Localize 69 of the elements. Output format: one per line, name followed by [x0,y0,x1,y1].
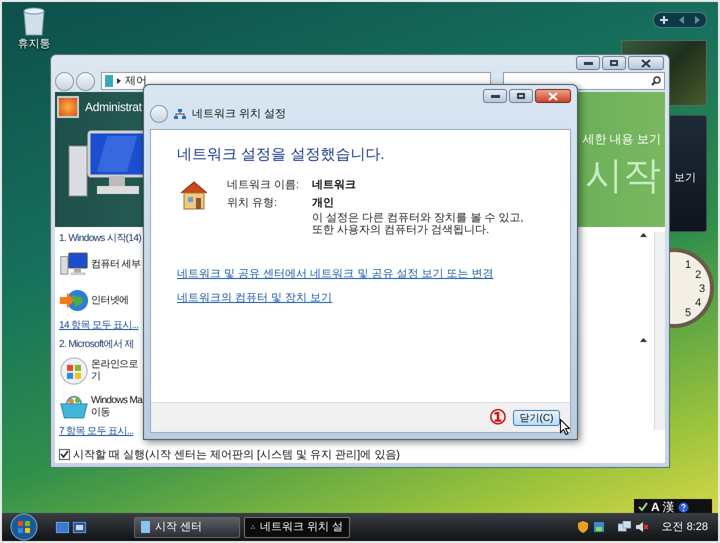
search-icon [651,76,661,86]
help-icon[interactable] [678,502,689,512]
collapse-icon [640,336,647,342]
close-dialog-button[interactable]: 닫기(C) [513,410,560,426]
field-label: 네트워크 이름: [227,178,300,192]
minimize-button[interactable] [483,89,507,103]
clock: 오전 8:28 [662,520,708,535]
globe-arrow-icon [59,287,89,314]
close-icon [548,92,558,100]
section-title: 2. Microsoft에서 제 [59,338,134,352]
breadcrumb-arrow-icon [117,78,121,84]
user-name: Administrat [85,98,142,116]
recycle-bin-icon[interactable] [21,6,47,36]
maximize-button[interactable] [509,89,533,103]
task-item[interactable]: 인터넷에 [59,282,129,318]
field-label: 위치 유형: [227,196,278,211]
forward-button[interactable] [76,72,95,90]
field-description: 이 설정은 다른 컴퓨터와 장치를 볼 수 있고, 또한 사용자의 컴퓨터가 검색됩니다. [312,212,524,236]
close-icon [641,58,651,68]
hanja-indicator[interactable]: 漢 [662,500,675,514]
task-item[interactable]: 컴퓨터 세부 [59,246,140,282]
address-text: 제어 [125,74,147,89]
field-value: 네트워크 [312,178,357,192]
section-title: 1. Windows 시작(14) [59,232,142,246]
start-button[interactable] [10,513,38,541]
speaker-muted-icon[interactable] [636,521,649,533]
close-button[interactable] [628,56,664,70]
step-number: ① [489,406,507,428]
back-button[interactable] [150,105,168,123]
desktop-icon-label: 휴지통 [18,38,50,51]
computer-icon [59,251,89,278]
document-icon [141,521,150,533]
dialog-title: 네트워크 위치 설정 [192,106,286,122]
field-value: 개인 [312,196,335,211]
left-arrow-icon[interactable] [678,16,684,24]
task-label: 온라인으로 [91,358,138,370]
taskbar-button[interactable]: 시작 센터 [134,516,240,538]
shield-icon[interactable] [578,521,588,533]
gadget-caption: 보기 [674,172,696,185]
show-desktop-icon[interactable] [56,522,69,532]
task-item[interactable]: Windows Ma 이동 [59,388,142,424]
show-all-link[interactable]: 14 항목 모두 표시... [59,318,138,332]
task-label: 기 [91,370,102,382]
back-button[interactable] [55,72,74,90]
close-button[interactable] [535,89,571,103]
link[interactable]: 네트워크의 컴퓨터 및 장치 보기 [177,290,332,306]
maximize-button[interactable] [602,56,626,70]
dialog-heading: 네트워크 설정을 설정했습니다. [177,145,386,165]
checkbox-label: 시작할 때 실행(시작 센터는 제어판의 [시스템 및 유지 관리]에 있음) [73,448,400,462]
show-all-link[interactable]: 7 항목 모두 표시... [59,424,134,438]
minimize-button[interactable] [576,56,600,70]
link[interactable]: 네트워크 및 공유 센터에서 네트워크 및 공유 설정 보기 또는 변경 [177,266,494,282]
monitors-icon[interactable] [618,521,631,533]
user-picture [57,96,79,118]
shopping-basket-icon [59,393,89,420]
task-label: 이동 [91,406,111,418]
switch-windows-icon[interactable] [73,522,86,532]
task-item[interactable]: 온라인으로 기 [59,352,138,388]
startup-checkbox[interactable] [59,449,70,460]
plus-icon[interactable] [660,16,668,24]
task-label: 컴퓨터 세부 [91,258,140,270]
taskbar-button[interactable]: 네트워크 위치 설 [244,516,350,538]
right-arrow-icon[interactable] [695,16,700,24]
network-status-icon[interactable] [592,521,605,533]
task-label: 인터넷에 [91,294,129,306]
task-label: Windows Ma [91,394,142,406]
header-title: 시작 [585,154,661,198]
windows-logo-icon [59,356,89,384]
input-mode-indicator[interactable]: A [651,500,660,514]
